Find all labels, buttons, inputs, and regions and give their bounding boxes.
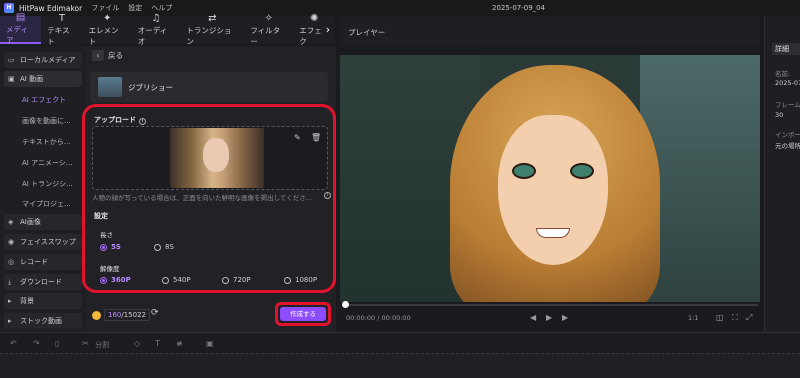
ai-image-icon: ◈: [8, 218, 14, 226]
chevron-right-icon: ▸: [8, 317, 12, 325]
auto-caption-icon[interactable]: ≢: [176, 339, 183, 348]
preview-character-face: [498, 115, 608, 265]
detail-frame-value: 30: [775, 111, 784, 119]
sidebar-item-ai-transition[interactable]: AI トランジシ...: [22, 179, 73, 189]
menu-settings[interactable]: 設定: [128, 3, 142, 13]
app-name: HitPaw Edimakor: [19, 3, 83, 13]
folder-icon: ▤: [15, 12, 26, 23]
next-frame-icon[interactable]: ▶: [562, 313, 568, 322]
play-icon[interactable]: ▶: [546, 313, 552, 322]
ai-video-icon: ▣: [8, 75, 15, 83]
detail-import-value: 元の場所: [775, 142, 800, 150]
audio-icon: ♫: [151, 13, 161, 24]
split-icon[interactable]: ✂: [82, 339, 89, 348]
title-bar: H HitPaw Edimakor ファイル 設定 ヘルプ 2025-07-09…: [0, 0, 800, 16]
detail-frame-label: フレーム: [775, 101, 800, 109]
player-preview[interactable]: [340, 55, 760, 302]
menu-file[interactable]: ファイル: [91, 3, 119, 13]
detail-name-label: 名前:: [775, 70, 791, 78]
tab-audio[interactable]: ♫ オーディオ: [132, 13, 181, 46]
app-logo: H: [4, 3, 14, 13]
sidebar-item-text-to-video[interactable]: テキストから...: [22, 137, 70, 147]
snapshot-icon[interactable]: ◫: [716, 313, 724, 322]
detail-name-value: 2025-07: [775, 79, 800, 87]
style-name: ジブリショー: [128, 83, 173, 92]
expand-icon[interactable]: ⤢: [746, 313, 752, 323]
sidebar-item-background[interactable]: ▸ 背景: [4, 293, 82, 309]
chevron-left-icon: ‹: [92, 50, 104, 61]
sidebar-item-my-project[interactable]: マイプロジェ...: [22, 199, 71, 209]
playback-progress-track[interactable]: [342, 304, 758, 306]
undo-icon[interactable]: ↶: [10, 339, 17, 348]
sidebar-item-record[interactable]: ◎ レコード: [4, 254, 82, 270]
effect-icon: ✺: [309, 13, 319, 24]
playback-time: 00:00:00 / 00:00:00: [346, 314, 411, 322]
highlight-outline: [82, 104, 336, 293]
timeline-track[interactable]: [0, 353, 800, 378]
sidebar-item-ai-animation[interactable]: AI アニメーシ...: [22, 158, 72, 168]
previous-frame-icon[interactable]: ◀: [530, 313, 536, 322]
sidebar-item-ai-effect[interactable]: AI エフェクト: [22, 95, 66, 105]
shield-icon[interactable]: ◇: [134, 339, 140, 348]
filter-icon: ✧: [264, 13, 273, 24]
tab-text[interactable]: T テキスト: [41, 13, 82, 46]
export-frame-icon[interactable]: ▣: [206, 339, 214, 348]
record-icon: ◎: [8, 258, 15, 266]
element-icon: ✦: [103, 13, 112, 24]
chevron-right-icon: ▸: [8, 297, 12, 305]
sidebar-item-ai-image[interactable]: ◈ AI画像: [4, 214, 82, 230]
sidebar-item-local-media[interactable]: ▭ ローカルメディア: [4, 52, 82, 68]
details-panel: 詳細 名前: 2025-07 フレーム 30 インポー 元の場所: [764, 16, 800, 332]
tab-element[interactable]: ✦ エレメント: [83, 13, 132, 46]
face-swap-icon: ◉: [8, 238, 15, 246]
player-title: プレイヤー: [348, 28, 386, 37]
detail-import-label: インポー: [775, 131, 800, 139]
project-title: 2025-07-09_04: [492, 4, 546, 12]
media-toolbar: ▤ メディア T テキスト ✦ エレメント ♫ オーディオ ⇄ トランジション …: [0, 12, 335, 46]
credits-display: 160/15022: [92, 309, 151, 321]
tab-media[interactable]: ▤ メディア: [0, 12, 42, 45]
menu-help[interactable]: ヘルプ: [151, 3, 172, 13]
transition-icon: ⇄: [208, 13, 217, 24]
timeline: ↶ ↷ ▯ ✂ 分割 ◇ T ≢ ▣: [0, 332, 800, 378]
playback-handle[interactable]: [342, 301, 349, 308]
folder-icon: ▭: [8, 56, 15, 64]
sidebar-item-ai-video[interactable]: ▣ AI 動画: [4, 71, 82, 87]
fullscreen-icon[interactable]: ⛶: [732, 313, 738, 323]
tab-filter[interactable]: ✧ フィルター: [244, 13, 293, 46]
style-thumbnail: [98, 77, 122, 97]
refresh-icon[interactable]: ⟳: [151, 308, 159, 318]
sidebar-item-stock-video[interactable]: ▸ ストック動画: [4, 313, 82, 329]
style-card[interactable]: ジブリショー: [90, 72, 328, 102]
back-button[interactable]: ‹ 戻る: [92, 50, 123, 61]
chevron-right-icon[interactable]: ›: [322, 23, 334, 39]
aspect-ratio[interactable]: 1:1: [688, 314, 698, 322]
player-header: プレイヤー: [340, 16, 760, 46]
highlight-outline-button: [275, 302, 331, 326]
coin-icon: [92, 310, 101, 320]
delete-icon[interactable]: ▯: [55, 339, 59, 348]
split-label: 分割: [95, 341, 109, 349]
sidebar-item-image-to-video[interactable]: 画像を動画に...: [22, 116, 71, 126]
download-icon: ⤓: [8, 277, 12, 286]
tab-transition[interactable]: ⇄ トランジション: [180, 13, 244, 46]
redo-icon[interactable]: ↷: [33, 339, 40, 348]
text-icon: T: [58, 13, 65, 24]
sidebar-item-face-swap[interactable]: ◉ フェイススワップ: [4, 234, 82, 250]
text-box-icon[interactable]: T: [155, 339, 160, 348]
sidebar-item-download[interactable]: ⤓ ダウンロード: [4, 274, 82, 290]
tab-details[interactable]: 詳細: [772, 43, 800, 55]
